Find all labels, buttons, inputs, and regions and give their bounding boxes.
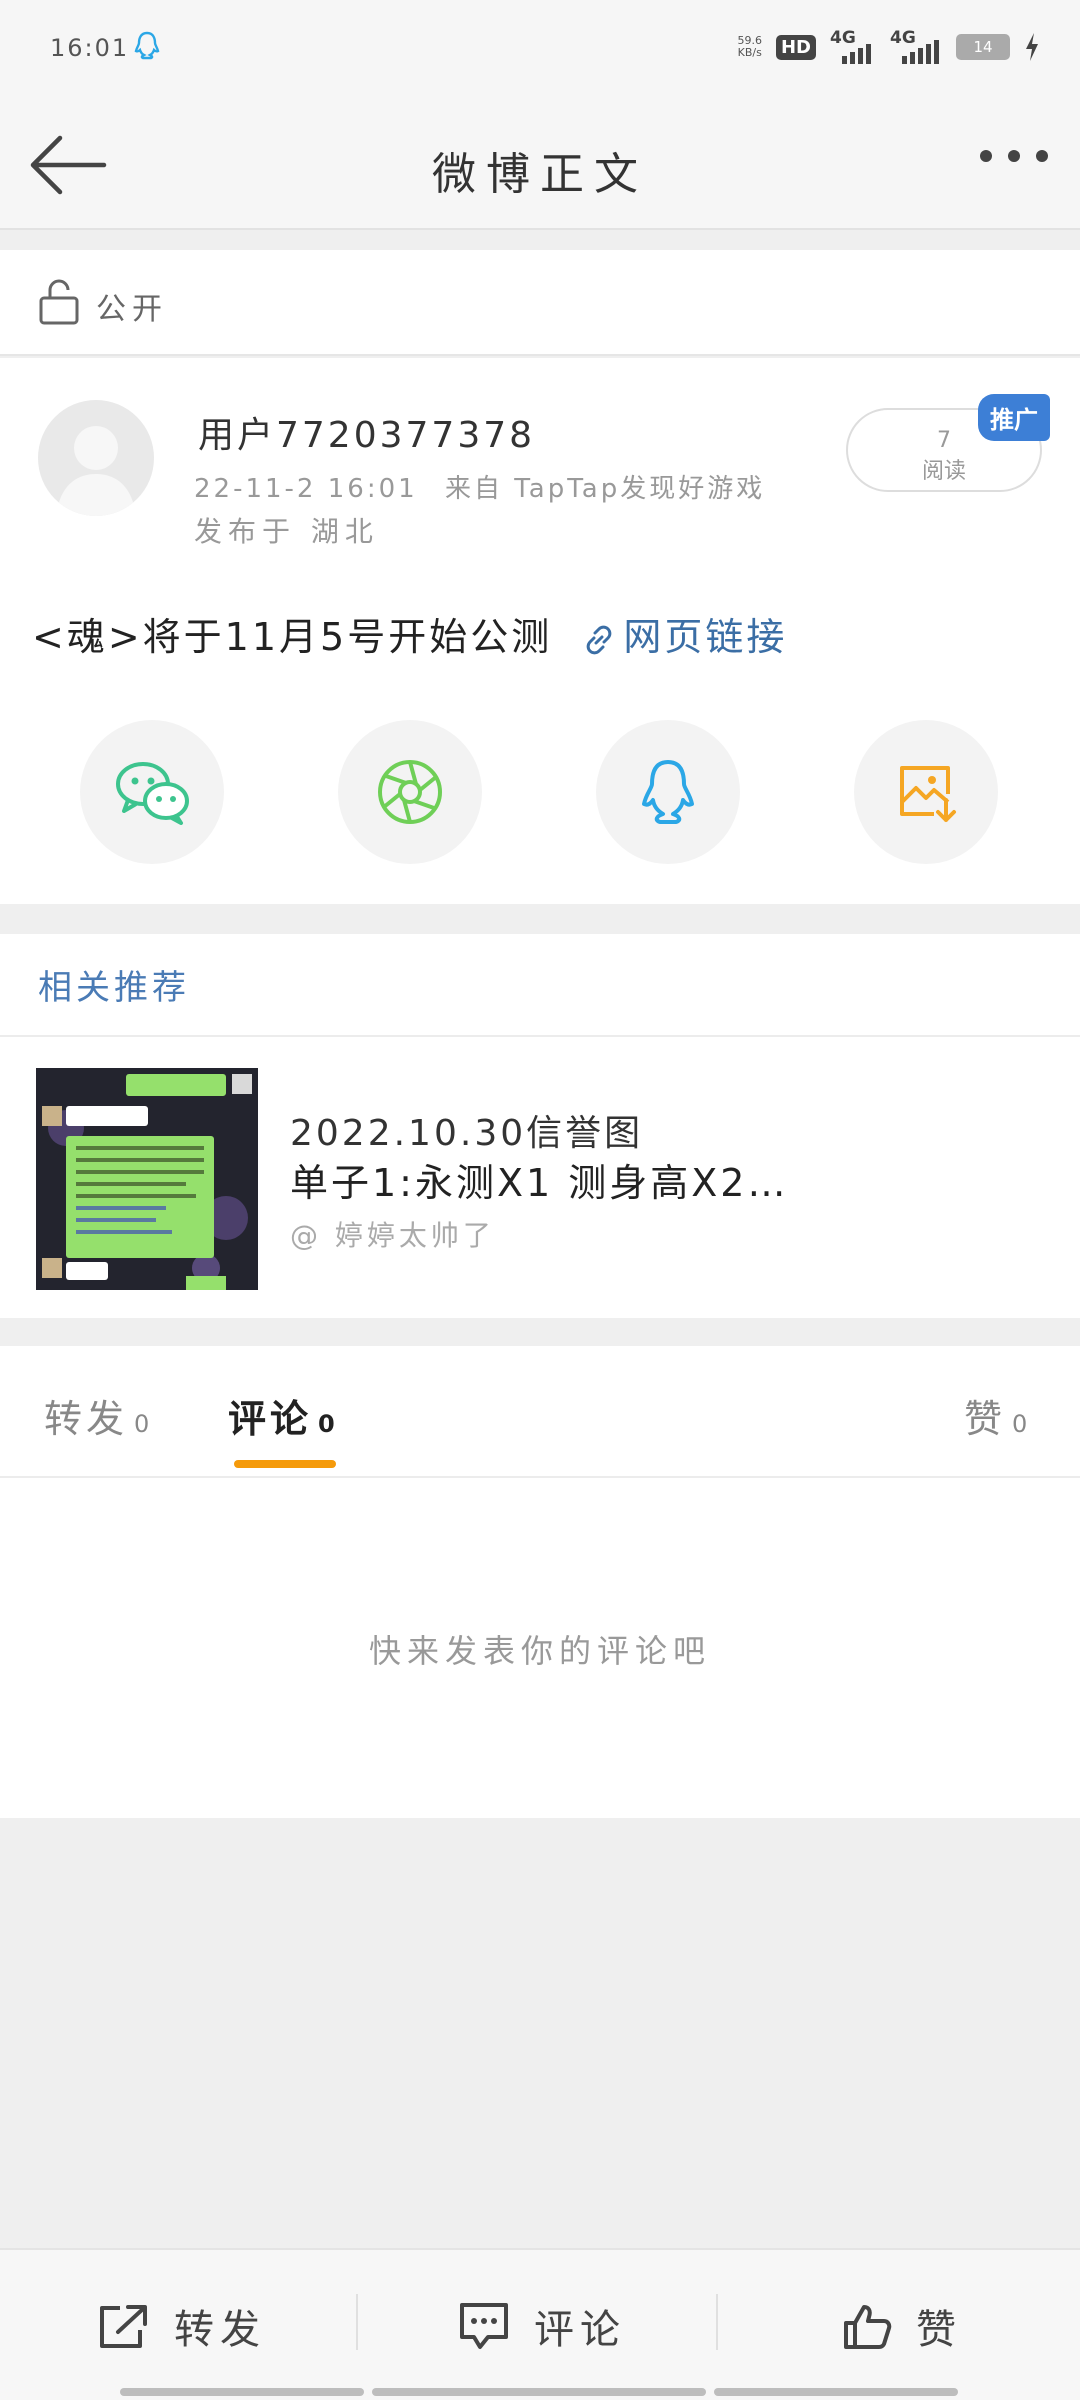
post-text: <魂>将于11月5号开始公测 <box>32 615 553 659</box>
like-button[interactable]: 赞 <box>842 2296 962 2356</box>
interaction-tabs: 转发 0 评论 0 赞0 快来发表你的评论吧 <box>0 1346 1080 1818</box>
tab-like[interactable]: 赞0 <box>964 1388 1031 1443</box>
signal-sim1-icon: 4G <box>830 28 876 64</box>
tab-comment-count: 0 <box>318 1410 339 1438</box>
related-thumbnail[interactable] <box>36 1068 258 1290</box>
save-image-icon <box>900 766 956 822</box>
related-item-author[interactable]: @ 婷婷太帅了 <box>290 1214 495 1254</box>
qq-notification-icon <box>132 30 162 68</box>
more-button[interactable] <box>980 150 1048 162</box>
related-section: 相关推荐 2022.10.30信誉图 单子1:永测X1 测身高X2… @ 婷婷太… <box>0 934 1080 1318</box>
tab-repost[interactable]: 转发 0 <box>44 1388 153 1443</box>
home-indicator <box>714 2388 958 2396</box>
post-location: 发布于 湖北 <box>194 515 379 548</box>
comment-label: 评论 <box>534 2307 626 2353</box>
divider <box>0 1035 1080 1037</box>
web-link[interactable]: 网页链接 <box>581 615 787 659</box>
qq-icon <box>642 760 694 824</box>
chat-screenshot-thumbnail-icon <box>36 1068 258 1290</box>
status-time: 16:01 <box>50 34 130 62</box>
post-content: <魂>将于11月5号开始公测 网页链接 <box>32 606 787 661</box>
nav-bar: 微博正文 <box>0 100 1080 230</box>
divider <box>0 1476 1080 1478</box>
tab-like-label: 赞 <box>964 1397 1007 1441</box>
divider <box>716 2294 718 2350</box>
bottom-action-bar: 转发 评论 赞 <box>0 2248 1080 2400</box>
home-indicator <box>372 2388 706 2396</box>
hd-voice-icon: HD <box>775 34 816 60</box>
link-icon <box>587 625 612 654</box>
promotion-badge[interactable]: 推广 <box>978 394 1050 441</box>
comment-icon <box>460 2303 508 2349</box>
visibility-row: 公开 <box>0 250 1080 356</box>
sim1-network-label: 4G <box>830 28 856 48</box>
share-moments-button[interactable] <box>338 720 482 864</box>
battery-icon: 14 <box>956 34 1010 60</box>
empty-comments-text: 快来发表你的评论吧 <box>368 1632 711 1670</box>
visibility-label: 公开 <box>96 292 168 327</box>
moments-icon <box>378 760 442 824</box>
sim2-network-label: 4G <box>890 28 916 48</box>
read-label: 阅读 <box>921 459 966 484</box>
related-item-subtitle[interactable]: 单子1:永测X1 测身高X2… <box>290 1152 788 1207</box>
home-indicator <box>120 2388 364 2396</box>
tab-like-count: 0 <box>1012 1410 1032 1438</box>
net-speed: 59.6 KB/s <box>737 35 762 59</box>
wechat-icon <box>116 762 189 825</box>
active-tab-indicator <box>234 1460 336 1468</box>
tab-comment-label: 评论 <box>228 1397 313 1441</box>
share-wechat-button[interactable] <box>80 720 224 864</box>
avatar[interactable] <box>38 400 154 516</box>
related-item-title[interactable]: 2022.10.30信誉图 <box>290 1104 643 1156</box>
page-title: 微博正文 <box>432 149 648 200</box>
signal-sim2-icon: 4G <box>890 28 942 64</box>
charging-icon <box>1026 33 1038 61</box>
repost-label: 转发 <box>174 2307 266 2353</box>
repost-button[interactable]: 转发 <box>98 2296 266 2356</box>
like-label: 赞 <box>916 2307 962 2353</box>
tab-repost-label: 转发 <box>44 1397 129 1441</box>
share-qq-button[interactable] <box>596 720 740 864</box>
related-title: 相关推荐 <box>38 968 190 1008</box>
share-row <box>0 720 1080 870</box>
post-time: 22-11-2 16:01 <box>194 474 418 504</box>
unlock-icon <box>39 279 79 325</box>
more-dot-icon <box>1036 150 1048 162</box>
more-dot-icon <box>980 150 992 162</box>
post-meta: 22-11-2 16:01 来自 TapTap发现好游戏 <box>194 468 765 505</box>
status-bar: 16:01 59.6 KB/s HD 4G 4G 14 <box>0 0 1080 100</box>
share-icon <box>100 2305 147 2348</box>
comment-button[interactable]: 评论 <box>458 2296 626 2356</box>
tab-repost-count: 0 <box>134 1410 154 1438</box>
tab-comment[interactable]: 评论 0 <box>228 1388 339 1443</box>
username[interactable]: 用户7720377378 <box>198 406 535 458</box>
save-image-button[interactable] <box>854 720 998 864</box>
default-avatar-icon <box>56 426 136 516</box>
post-source: 来自 TapTap发现好游戏 <box>444 474 766 504</box>
net-speed-unit: KB/s <box>737 46 762 59</box>
more-dot-icon <box>1008 150 1020 162</box>
post-card: 用户7720377378 22-11-2 16:01 来自 TapTap发现好游… <box>0 358 1080 904</box>
thumbs-up-icon <box>844 2305 892 2349</box>
divider <box>356 2294 358 2350</box>
web-link-label: 网页链接 <box>623 615 788 659</box>
